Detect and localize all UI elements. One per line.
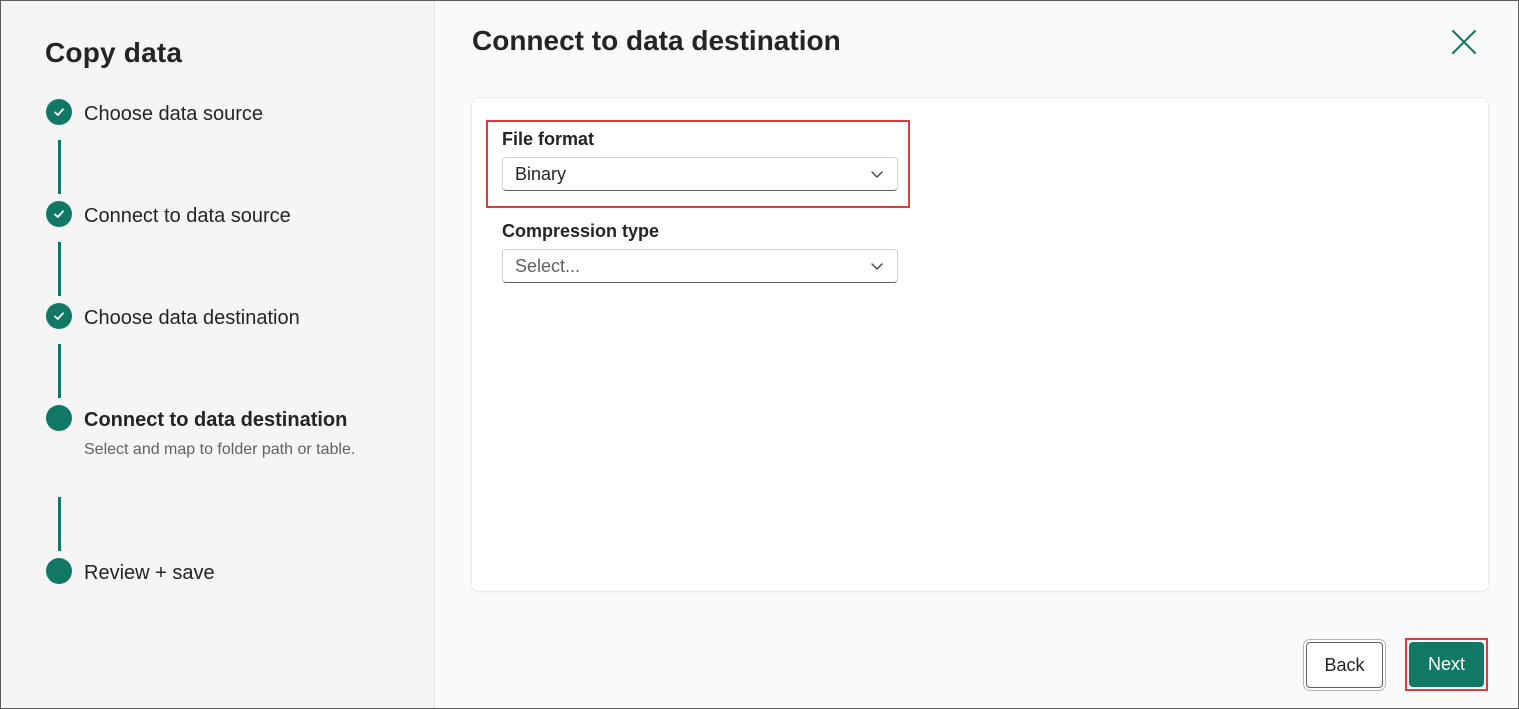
step-current-indicator (46, 405, 72, 431)
checkmark-icon (54, 108, 64, 116)
compression-type-dropdown[interactable]: Select... (502, 249, 898, 283)
close-button[interactable] (1447, 25, 1481, 59)
step-completed-indicator (46, 99, 72, 125)
checkmark-icon (54, 312, 64, 320)
chevron-down-icon (871, 171, 883, 178)
file-format-dropdown[interactable]: Binary (502, 157, 898, 191)
wizard-title: Copy data (45, 37, 183, 68)
next-button[interactable]: Next (1409, 642, 1484, 687)
step-completed-indicator (46, 201, 72, 227)
file-format-value: Binary (515, 163, 567, 184)
main-panel: Connect to data destination File format … (435, 1, 1518, 708)
step-review-save: Review + save (84, 562, 215, 584)
compression-type-placeholder: Select... (515, 255, 581, 276)
step-connector (58, 242, 61, 296)
copy-data-dialog: Copy data Choose data source Connect to … (0, 0, 1519, 709)
page-title: Connect to data destination (472, 25, 841, 56)
step-description: Select and map to folder path or table. (84, 441, 356, 458)
chevron-down-icon (871, 263, 883, 270)
file-format-label: File format (502, 129, 595, 149)
step-connector (58, 344, 61, 398)
step-choose-data-source: Choose data source (84, 103, 264, 125)
compression-type-label: Compression type (502, 221, 660, 241)
back-button[interactable]: Back (1306, 642, 1383, 688)
step-connector (58, 497, 61, 551)
wizard-sidebar: Copy data Choose data source Connect to … (1, 1, 435, 708)
close-icon (1452, 30, 1476, 54)
step-completed-indicator (46, 303, 72, 329)
checkmark-icon (54, 210, 64, 218)
step-connect-to-data-source: Connect to data source (84, 205, 291, 227)
step-choose-data-destination: Choose data destination (84, 307, 300, 329)
step-connect-to-data-destination: Connect to data destination (84, 409, 348, 431)
settings-card: File format Binary Compression type Sele… (471, 97, 1489, 592)
step-pending-indicator (46, 558, 72, 584)
step-connector (58, 140, 61, 194)
